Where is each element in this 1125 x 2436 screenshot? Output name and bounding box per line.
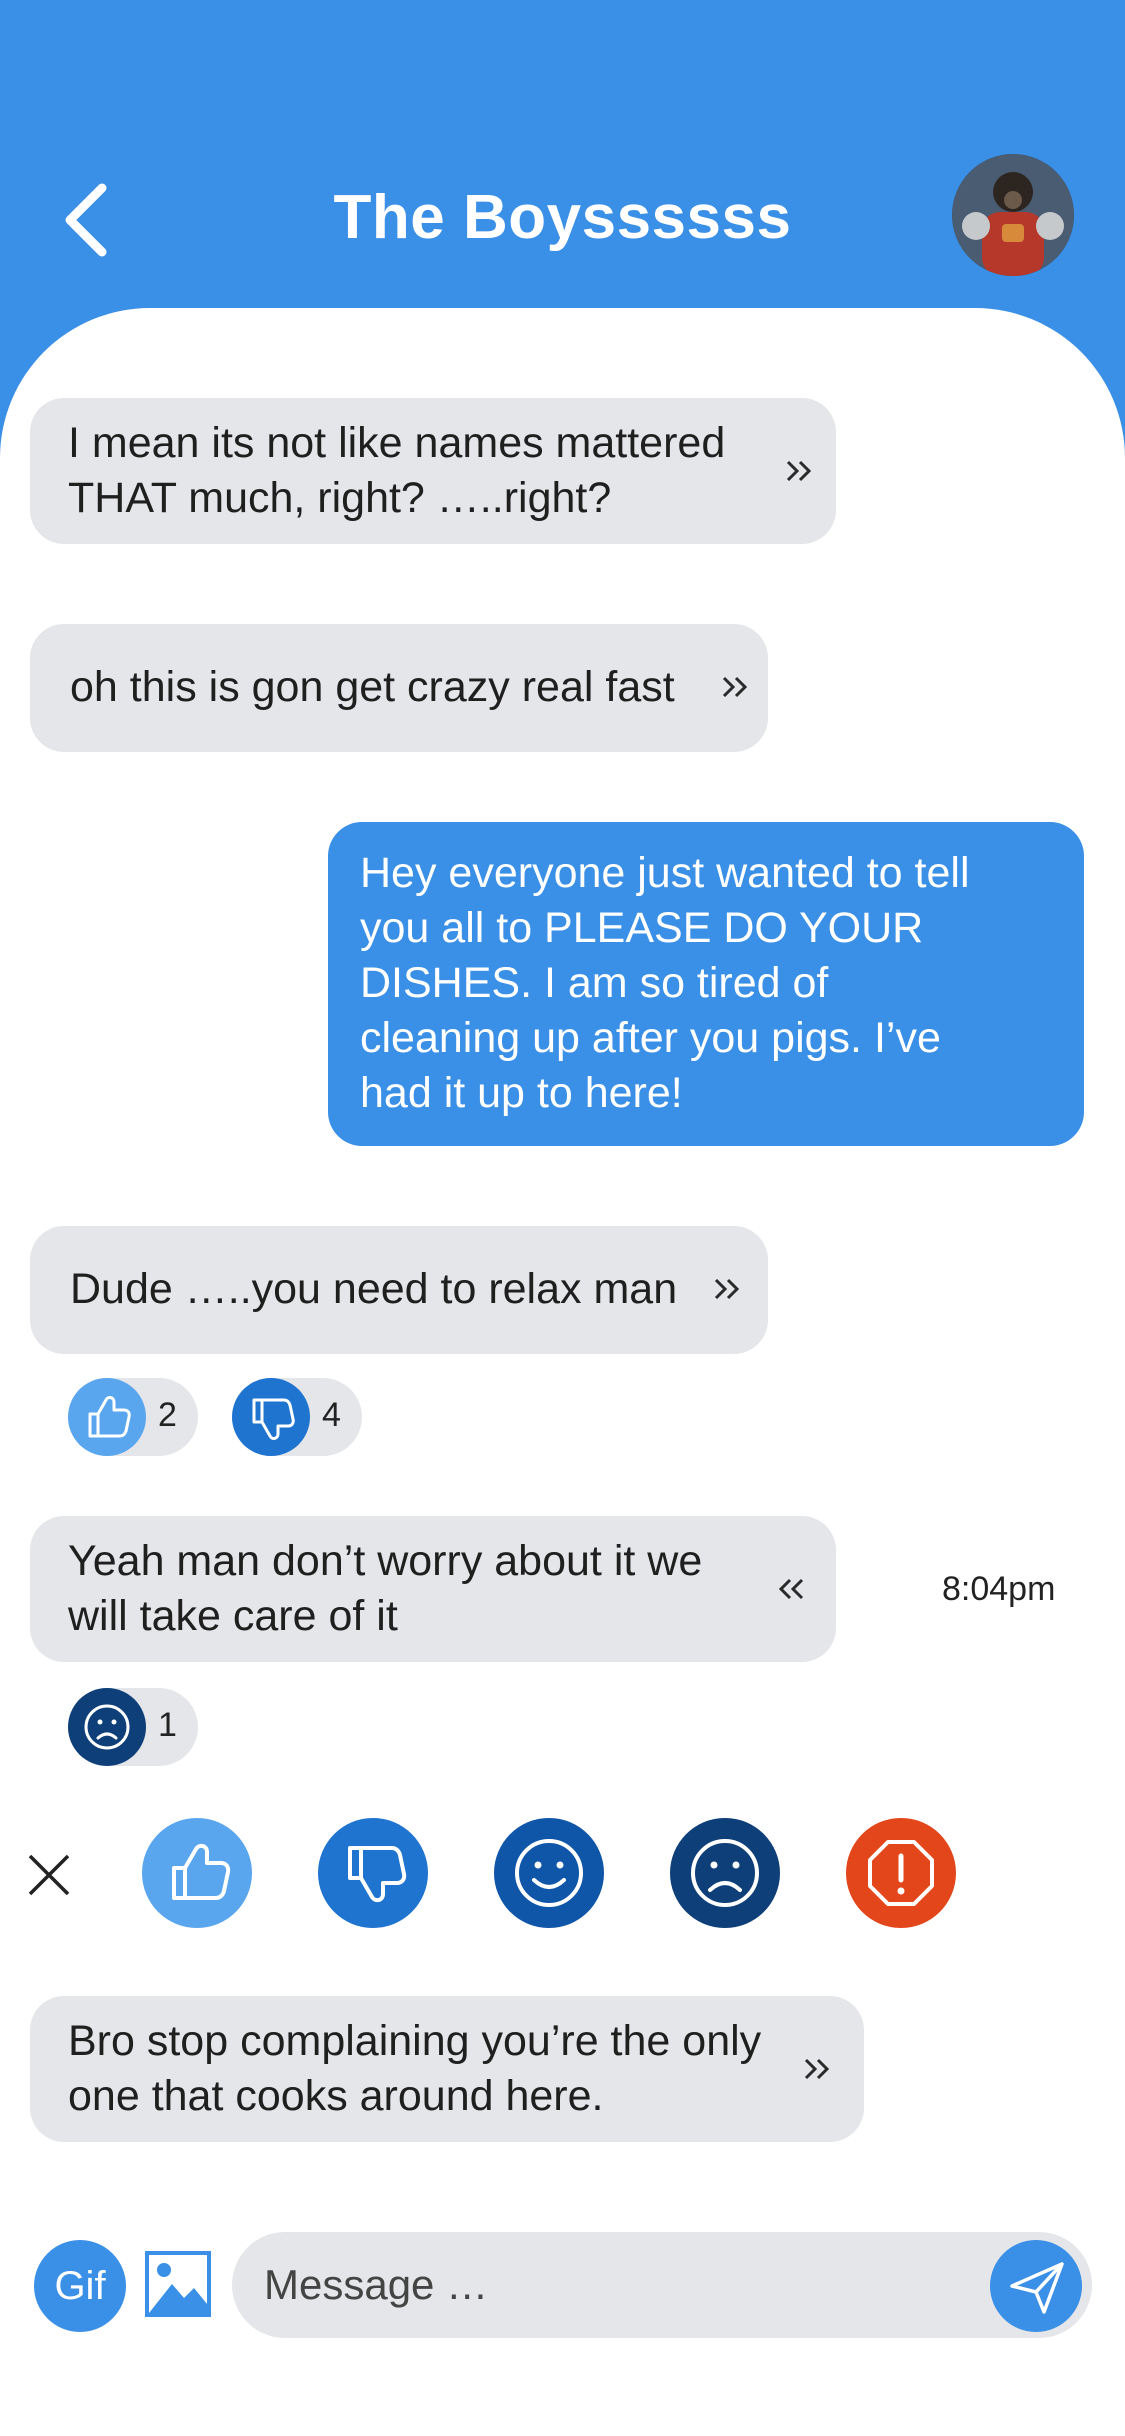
double-chevron-right-icon[interactable]: [802, 2054, 834, 2084]
close-icon: [28, 1854, 70, 1896]
gif-button[interactable]: Gif: [34, 2240, 126, 2332]
message-text-line: Dude …..you need to relax man: [70, 1265, 678, 1313]
double-chevron-right-icon[interactable]: [712, 1274, 744, 1304]
message-text-line: THAT much, right? …..right?: [68, 474, 612, 522]
message-text-line: cleaning up after you pigs. I’ve: [360, 1014, 941, 1062]
frown-icon: [691, 1839, 759, 1907]
react-frown-button[interactable]: [670, 1818, 780, 1928]
reaction-chip-thumbs-up[interactable]: 2: [68, 1378, 198, 1456]
message-text-line: oh this is gon get crazy real fast: [70, 663, 675, 711]
message-bubble-outgoing[interactable]: Hey everyone just wanted to tell you all…: [328, 822, 1084, 1146]
message-text-line: DISHES. I am so tired of: [360, 959, 829, 1007]
message-bubble[interactable]: Dude …..you need to relax man: [30, 1226, 768, 1354]
thumbs-up-icon: [68, 1378, 146, 1456]
react-thumbs-down-button[interactable]: [318, 1818, 428, 1928]
reaction-count: 1: [158, 1706, 177, 1744]
message-bubble[interactable]: oh this is gon get crazy real fast: [30, 624, 768, 752]
message-text-line: Hey everyone just wanted to tell: [360, 849, 970, 897]
message-bubble[interactable]: I mean its not like names mattered THAT …: [30, 398, 836, 544]
send-button[interactable]: [990, 2240, 1082, 2332]
reaction-chip-frown[interactable]: 1: [68, 1688, 198, 1766]
message-text-line: I mean its not like names mattered: [68, 419, 726, 467]
reaction-count: 4: [322, 1396, 341, 1434]
thumbs-down-icon: [232, 1378, 310, 1456]
thumbs-up-icon: [172, 1843, 231, 1900]
message-text-line: Bro stop complaining you’re the only: [68, 2017, 762, 2065]
image-icon: [145, 2251, 211, 2317]
message-text-line: will take care of it: [68, 1592, 398, 1640]
message-timestamp: 8:04pm: [942, 1570, 1056, 1608]
message-text-line: one that cooks around here.: [68, 2072, 604, 2120]
message-input[interactable]: [232, 2232, 1092, 2338]
frown-icon: [68, 1688, 146, 1766]
reaction-count: 2: [158, 1396, 177, 1434]
react-thumbs-up-button[interactable]: [142, 1818, 252, 1928]
smile-icon: [515, 1839, 583, 1907]
group-avatar[interactable]: [952, 154, 1074, 276]
avatar-image: [952, 154, 1074, 276]
close-reactions-button[interactable]: [24, 1850, 74, 1900]
message-bubble[interactable]: Bro stop complaining you’re the only one…: [30, 1996, 864, 2142]
send-icon: [1010, 2262, 1064, 2314]
message-text-line: had it up to here!: [360, 1069, 683, 1117]
double-chevron-left-icon[interactable]: [774, 1574, 806, 1604]
message-bubble[interactable]: Yeah man don’t worry about it we will ta…: [30, 1516, 836, 1662]
thumbs-down-icon: [348, 1846, 407, 1903]
message-text-line: Yeah man don’t worry about it we: [68, 1537, 703, 1585]
react-smile-button[interactable]: [494, 1818, 604, 1928]
chat-header: The Boyssssss: [0, 0, 1125, 330]
report-button[interactable]: [846, 1818, 956, 1928]
double-chevron-right-icon[interactable]: [720, 672, 752, 702]
reaction-chip-thumbs-down[interactable]: 4: [232, 1378, 362, 1456]
double-chevron-right-icon[interactable]: [784, 456, 816, 486]
message-text-line: you all to PLEASE DO YOUR: [360, 904, 924, 952]
report-icon: [868, 1840, 934, 1906]
image-attach-button[interactable]: [144, 2250, 212, 2318]
